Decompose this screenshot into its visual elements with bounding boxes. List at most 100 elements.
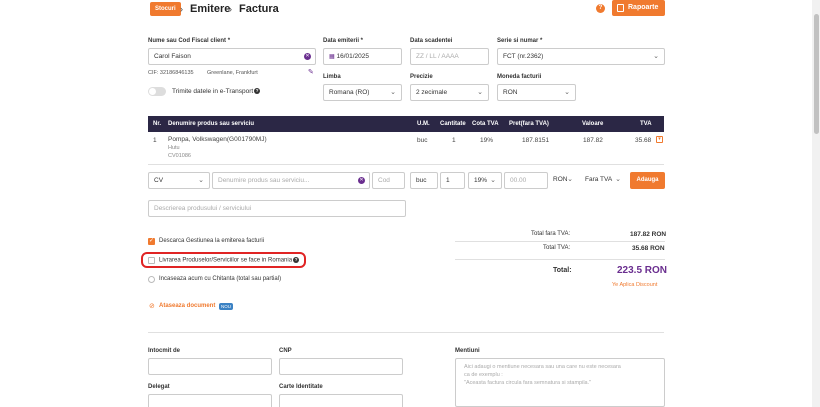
qty-input[interactable]: 1 xyxy=(440,172,465,189)
col-nr: Nr. xyxy=(153,121,162,127)
client-label: Nume sau Cod Fiscal client * xyxy=(148,38,231,44)
breadcrumb-separator: › xyxy=(180,4,183,14)
total-fara-tva-label: Total fara TVA: xyxy=(531,231,571,237)
scadenta-date-input[interactable]: ZZ / LL / AAAA xyxy=(410,48,489,65)
row-nr: 1 xyxy=(153,137,157,144)
ataseaza-link[interactable]: Ataseaza document xyxy=(159,303,215,309)
row-pret: 187.8151 xyxy=(522,137,550,144)
cota-select[interactable]: 19% ⌄ xyxy=(468,172,502,189)
col-cota: Cota TVA xyxy=(472,121,499,127)
top-bar xyxy=(0,0,820,22)
precizie-label: Precizie xyxy=(410,74,433,80)
calendar-icon: ▦ xyxy=(329,54,335,60)
client-address: Greenlane, Frankfurt xyxy=(207,70,258,76)
col-tva: TVA xyxy=(640,121,652,127)
col-denumire: Denumire produs sau serviciu xyxy=(168,121,255,127)
limba-label: Limba xyxy=(323,74,341,80)
products-table-header: Nr. Denumire produs sau serviciu U.M. Ca… xyxy=(148,116,664,132)
delegat-label: Delegat xyxy=(148,384,170,390)
mentiuni-label: Mentiuni xyxy=(455,348,480,354)
row-qty: 1 xyxy=(452,137,456,144)
moneda-select[interactable]: RON ⌄ xyxy=(497,84,576,101)
info-icon[interactable]: ? xyxy=(254,88,261,95)
nou-badge: NOU xyxy=(219,303,233,310)
edit-icon[interactable]: ✎ xyxy=(308,68,314,76)
incaseaza-label: Incaseaza acum cu Chitanta (total sau pa… xyxy=(159,276,282,282)
moneda-label: Moneda facturii xyxy=(497,74,542,80)
divider xyxy=(455,241,665,242)
client-input[interactable]: Carol Faison ✕ xyxy=(148,48,316,65)
help-icon[interactable]: ? xyxy=(596,4,605,13)
row-um: buc xyxy=(417,137,428,144)
divider xyxy=(148,332,664,333)
row-tva: 35.68 xyxy=(635,137,652,144)
descarca-checkbox[interactable]: ✓ xyxy=(148,238,155,245)
divider xyxy=(455,259,665,260)
breadcrumb-emitere[interactable]: Emitere xyxy=(190,1,230,17)
incaseaza-radio[interactable] xyxy=(148,276,155,283)
total-tva-value: 35.68 RON xyxy=(632,245,665,252)
serie-select[interactable]: FCT (nr.2362) ⌄ xyxy=(497,48,665,65)
mentiuni-textarea[interactable]: Aici adaugi o mentiune necesara sau una … xyxy=(455,358,665,407)
chevron-down-icon: ⌄ xyxy=(198,177,204,184)
emitere-date-input[interactable]: ▦ 16/01/2025 xyxy=(323,48,402,65)
chevron-down-icon: ⌄ xyxy=(567,176,573,183)
intocmit-input[interactable] xyxy=(148,358,272,375)
row-sub2: CV01086 xyxy=(168,153,191,159)
chevron-down-icon: ⌄ xyxy=(477,89,483,96)
divider xyxy=(148,164,664,165)
total-fara-tva-value: 187.82 RON xyxy=(630,231,667,238)
chevron-down-icon: ⌄ xyxy=(615,176,621,183)
total-tva-label: Total TVA: xyxy=(543,245,571,251)
total-value: 223.5 RON xyxy=(617,265,668,276)
client-cif: CIF: 32186846135 xyxy=(148,70,194,76)
page-title: Factura xyxy=(239,3,279,15)
descarca-label: Descarca Gestiunea la emiterea facturii xyxy=(159,238,265,244)
stocuri-button[interactable]: Stocuri xyxy=(150,2,181,16)
carte-input[interactable] xyxy=(279,394,403,407)
chevron-down-icon: ⌄ xyxy=(390,89,396,96)
currency-select[interactable]: RON ⌄ xyxy=(548,172,578,189)
emitere-label: Data emiterii * xyxy=(323,38,364,44)
report-icon xyxy=(617,4,624,12)
scadenta-label: Data scadentei xyxy=(410,38,453,44)
total-label: Total: xyxy=(553,267,572,274)
product-code-select[interactable]: CV ⌄ xyxy=(148,172,210,189)
row-name[interactable]: Pompa, Volkswagen(G001790MJ) xyxy=(168,136,267,143)
col-cantitate: Cantitate xyxy=(440,121,466,127)
cnp-label: CNP xyxy=(279,348,292,354)
row-valoare: 187.82 xyxy=(583,137,603,144)
paperclip-icon: ⊘ xyxy=(149,303,155,310)
delegat-input[interactable] xyxy=(148,394,272,407)
etransport-toggle[interactable] xyxy=(148,87,166,96)
limba-select[interactable]: Romana (RO) ⌄ xyxy=(323,84,402,101)
adauga-button[interactable]: Adauga xyxy=(630,172,665,189)
col-pret: Pret(fara TVA) xyxy=(509,121,549,127)
chevron-down-icon: ⌄ xyxy=(564,89,570,96)
row-cota: 19% xyxy=(480,137,494,144)
product-name-input[interactable]: Denumire produs sau serviciu... ✕ xyxy=(212,172,370,189)
clear-icon[interactable]: ✕ xyxy=(304,53,311,60)
product-cod-input[interactable]: Cod xyxy=(372,172,405,189)
serie-label: Serie si numar * xyxy=(497,38,543,44)
tva-mode-select[interactable]: Fara TVA ⌄ xyxy=(580,172,626,189)
um-input[interactable]: buc xyxy=(410,172,438,189)
delete-row-icon[interactable]: ▾ xyxy=(656,136,663,143)
cnp-input[interactable] xyxy=(279,358,403,375)
rapoarte-button[interactable]: Rapoarte xyxy=(612,0,665,16)
breadcrumb-separator: › xyxy=(229,4,232,14)
product-description-textarea[interactable]: Descrierea produsului / serviciului xyxy=(148,200,406,217)
col-um: U.M. xyxy=(417,121,430,127)
row-sub1: Hutu xyxy=(168,145,180,151)
scrollbar-thumb[interactable] xyxy=(814,14,819,134)
clear-icon[interactable]: ✕ xyxy=(358,177,365,184)
precizie-select[interactable]: 2 zecimale ⌄ xyxy=(410,84,489,101)
col-valoare: Valoare xyxy=(582,121,604,127)
price-input[interactable]: 00.00 xyxy=(504,172,548,189)
intocmit-label: Intocmit de xyxy=(148,348,181,354)
etransport-label: Trimite datele in e-Transport? xyxy=(172,88,261,95)
chevron-down-icon: ⌄ xyxy=(653,53,659,60)
discount-link[interactable]: Ye Aplica Discount xyxy=(612,282,657,288)
livrare-highlight xyxy=(141,252,306,268)
chevron-down-icon: ⌄ xyxy=(490,177,496,184)
